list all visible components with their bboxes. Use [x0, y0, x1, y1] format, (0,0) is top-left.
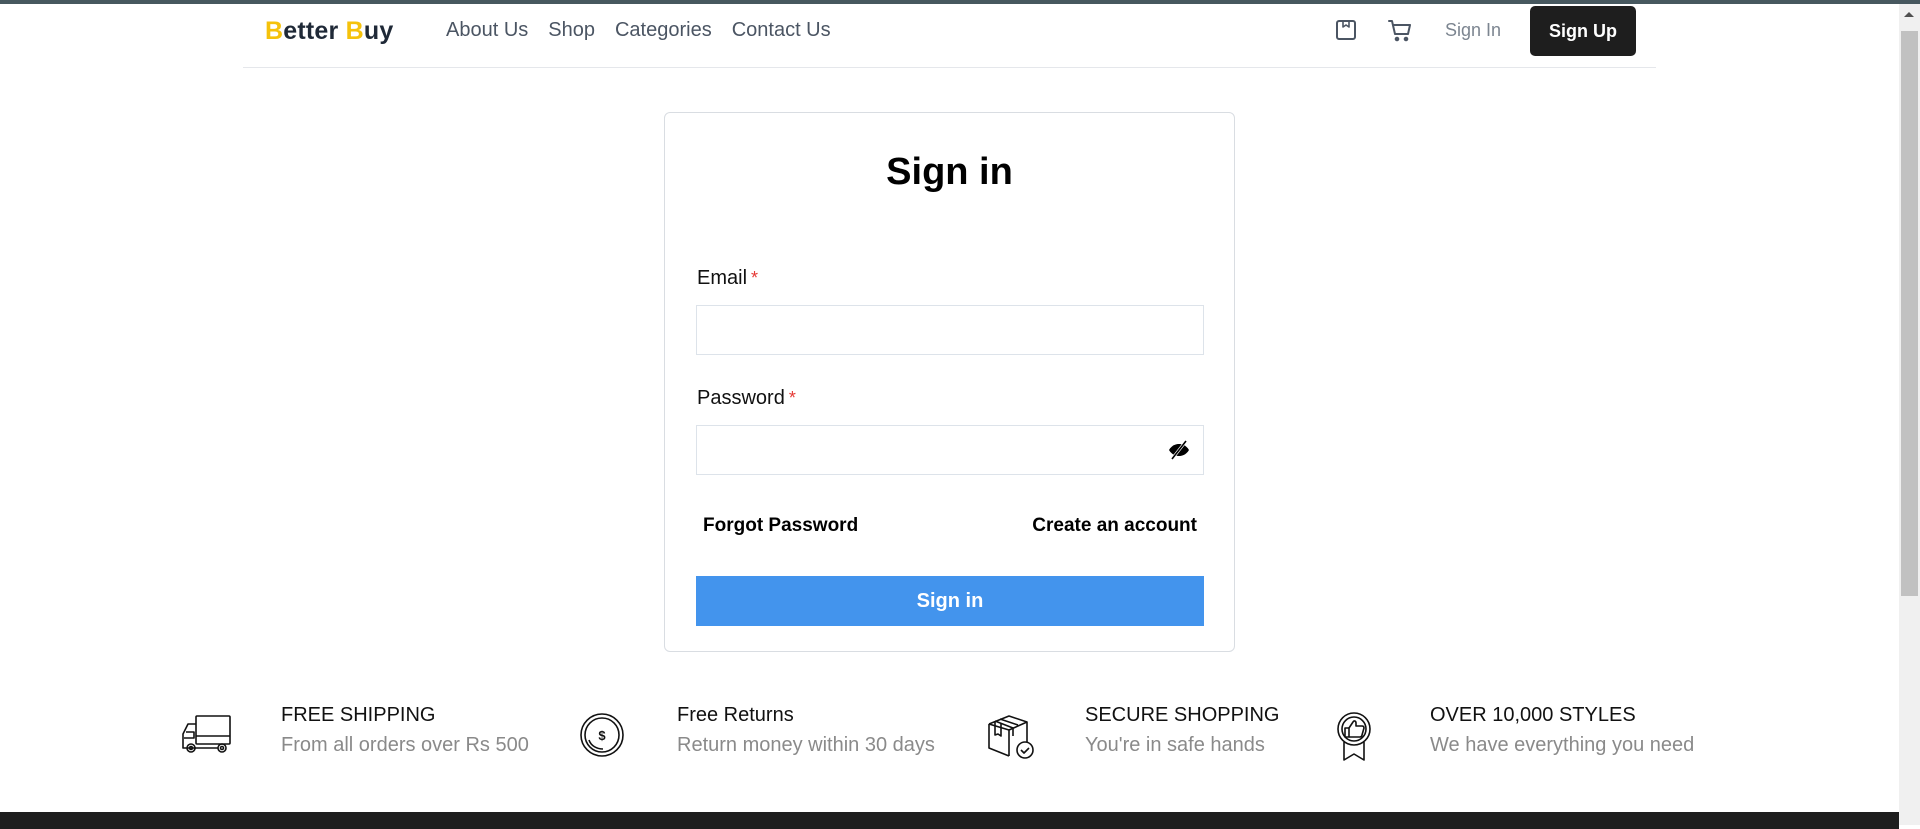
feature-subtitle: From all orders over Rs 500	[281, 734, 529, 756]
nav-link-contact-us[interactable]: Contact Us	[732, 19, 831, 42]
sign-in-card: Sign in Email * Password * Forgot Password…	[664, 112, 1235, 652]
sign-in-title: Sign in	[886, 151, 1013, 193]
email-label-text: Email	[697, 267, 748, 289]
truck-icon	[180, 712, 231, 758]
wishlist-box-icon[interactable]	[1334, 18, 1358, 42]
password-label-text: Password	[697, 387, 785, 409]
nav-sign-in-link[interactable]: Sign In	[1445, 20, 1501, 41]
badge-thumbs-up-icon	[1335, 712, 1385, 761]
feature-title: OVER 10,000 STYLES	[1430, 704, 1636, 726]
required-marker: *	[788, 388, 796, 408]
logo-accent-letter: B	[265, 17, 284, 45]
page: Better Buy About Us Shop Categories Cont…	[0, 4, 1899, 829]
nav-links: About Us Shop Categories Contact Us	[446, 19, 831, 42]
vertical-scrollbar[interactable]	[1899, 4, 1920, 825]
feature-subtitle: Return money within 30 days	[677, 734, 935, 756]
coin-icon: $	[579, 712, 629, 758]
email-label: Email *	[697, 267, 758, 290]
brand-logo[interactable]: Better Buy	[265, 17, 393, 46]
feature-title: SECURE SHOPPING	[1085, 704, 1280, 726]
feature-subtitle: You're in safe hands	[1085, 734, 1265, 756]
nav-link-categories[interactable]: Categories	[615, 19, 712, 42]
password-input[interactable]	[696, 425, 1204, 475]
scroll-up-arrow-icon[interactable]	[1904, 12, 1914, 17]
logo-text: etter	[283, 17, 339, 45]
scrollbar-thumb[interactable]	[1901, 31, 1918, 596]
required-marker: *	[751, 268, 759, 288]
create-account-link[interactable]: Create an account	[1032, 515, 1197, 537]
logo-accent-letter: B	[345, 17, 364, 45]
password-label: Password *	[697, 387, 796, 410]
logo-text: uy	[363, 17, 394, 45]
feature-title: FREE SHIPPING	[281, 704, 436, 726]
forgot-password-link[interactable]: Forgot Password	[703, 515, 858, 537]
email-input[interactable]	[696, 305, 1204, 355]
feature-title: Free Returns	[677, 704, 794, 726]
eye-slash-icon[interactable]	[1167, 438, 1191, 462]
sign-in-submit-button[interactable]: Sign in	[696, 576, 1204, 626]
footer	[0, 812, 1899, 829]
nav-sign-up-button[interactable]: Sign Up	[1530, 6, 1636, 56]
secure-box-icon	[987, 712, 1037, 759]
navbar: Better Buy About Us Shop Categories Cont…	[243, 4, 1656, 68]
feature-subtitle: We have everything you need	[1430, 734, 1695, 756]
nav-link-about-us[interactable]: About Us	[446, 19, 528, 42]
cart-icon[interactable]	[1387, 18, 1411, 42]
nav-link-shop[interactable]: Shop	[548, 19, 595, 42]
svg-text:$: $	[598, 728, 606, 743]
